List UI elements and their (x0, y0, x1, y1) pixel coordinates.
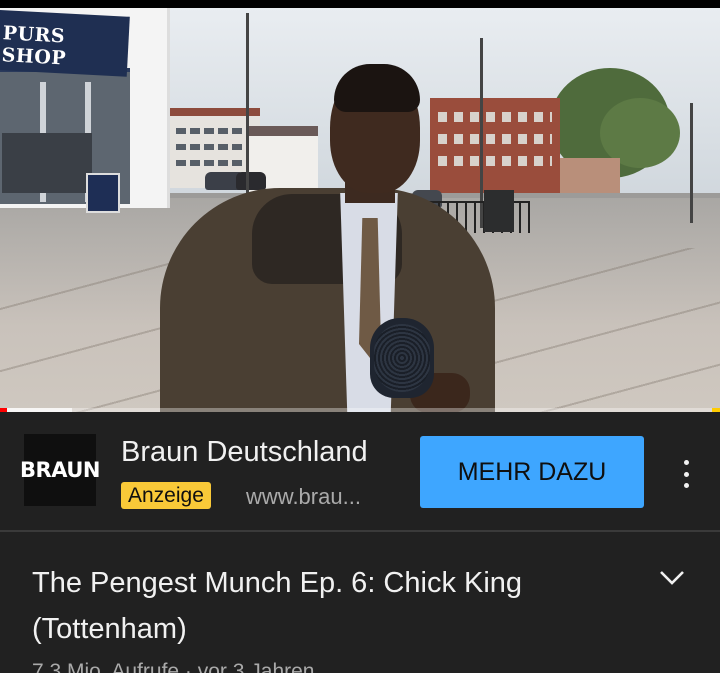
mehr-dazu-button[interactable]: MEHR DAZU (420, 436, 644, 508)
divider (0, 530, 720, 532)
video-title[interactable]: The Pengest Munch Ep. 6: Chick King (Tot… (32, 560, 622, 652)
video-frame-a-board (86, 173, 120, 213)
video-frame-presenter (160, 64, 500, 412)
more-vertical-icon[interactable] (672, 456, 700, 492)
video-frame-building (560, 158, 620, 198)
chevron-down-icon[interactable] (658, 568, 686, 588)
video-meta: 7,3 Mio. Aufrufe · vor 3 Jahren (32, 660, 315, 673)
video-frame-shop-sign: PURS SHOP (0, 10, 130, 77)
status-bar (0, 0, 720, 8)
ad-banner[interactable]: BRAUN Braun Deutschland Anzeige www.brau… (0, 412, 720, 530)
video-frame-shop: PURS SHOP (0, 8, 170, 213)
advertiser-name[interactable]: Braun Deutschland (121, 436, 368, 469)
ad-url[interactable]: www.brau... (246, 484, 361, 510)
video-player[interactable]: PURS SHOP (0, 8, 720, 412)
presenter-hair (334, 64, 420, 112)
advertiser-logo[interactable]: BRAUN (20, 434, 100, 506)
ad-badge: Anzeige (121, 482, 211, 509)
video-frame-shop-panel (2, 133, 92, 193)
video-frame-lamppost (690, 103, 693, 223)
microphone (370, 318, 434, 398)
